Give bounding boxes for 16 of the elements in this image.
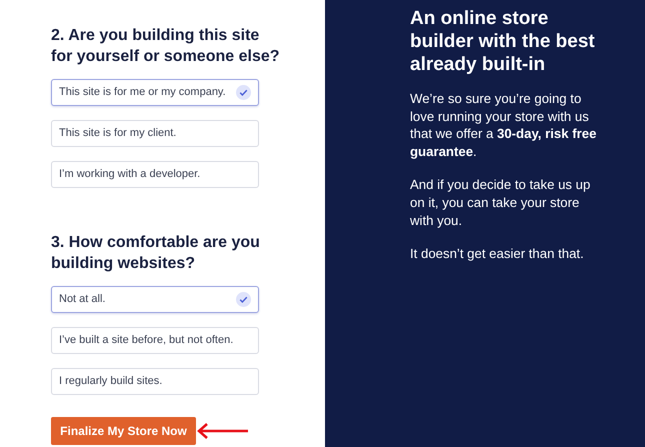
aside-paragraph: It doesn’t get easier than that. — [410, 245, 585, 263]
question-heading: 3. How comfortable are you building websites? — [51, 233, 261, 274]
answer-option[interactable]: I’ve built a site before, but not often. — [51, 327, 259, 354]
answer-option[interactable]: This site is for me or my company. — [51, 79, 259, 106]
check-icon — [236, 85, 251, 100]
answer-option[interactable]: I’m working with a developer. — [51, 161, 259, 188]
answer-option[interactable]: I regularly build sites. — [51, 368, 259, 395]
aside-heading: An online store builder with the best already built-in — [410, 7, 596, 76]
answer-option[interactable]: This site is for my client. — [51, 120, 259, 147]
check-icon — [236, 292, 251, 307]
aside-paragraph: We’re so sure you’re going to love running your store with us that we offer a 30-day, risk free guarantee. — [410, 90, 598, 160]
arrow-icon — [197, 423, 249, 439]
aside-paragraph: And if you decide to take us up on it, you can take your store with you. — [410, 176, 592, 230]
answer-option[interactable]: Not at all. — [51, 286, 259, 313]
question-heading: 2. Are you building this site for yourself or someone else? — [51, 26, 281, 67]
finalize-button[interactable]: Finalize My Store Now — [51, 417, 196, 445]
